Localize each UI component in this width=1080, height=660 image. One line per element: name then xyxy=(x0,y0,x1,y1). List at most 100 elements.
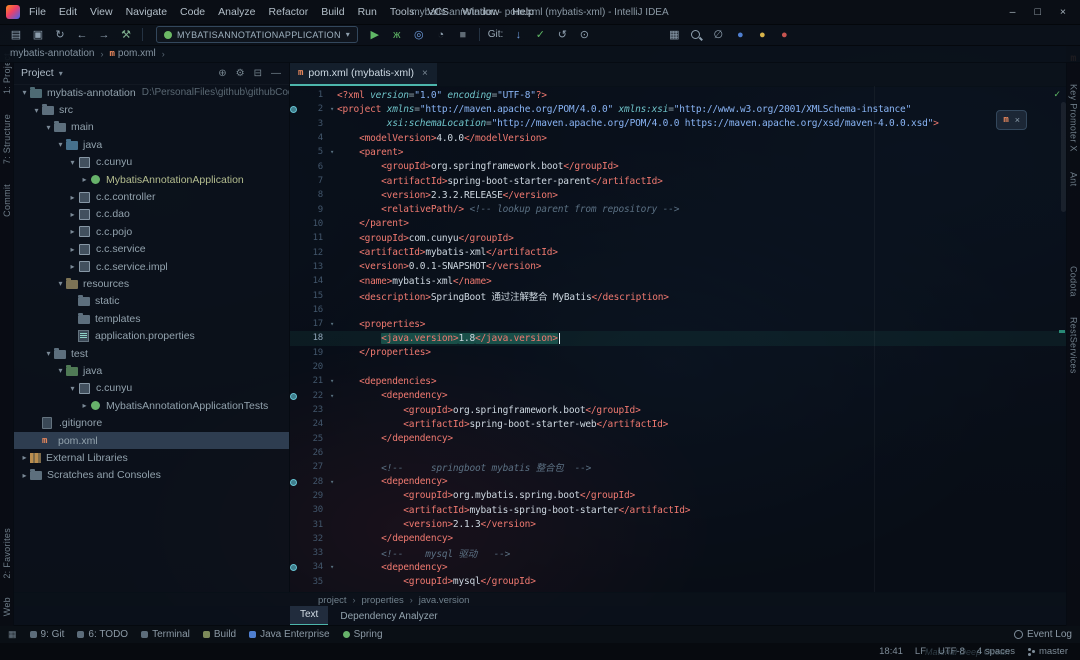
fold-icon[interactable]: ▾ xyxy=(327,563,337,571)
tab-close-icon[interactable]: × xyxy=(422,68,428,79)
tree-item-src[interactable]: ▾src xyxy=(13,101,289,118)
tool-button-favorites[interactable]: 2: Favorites xyxy=(2,528,12,579)
chevron-right-icon[interactable]: ▸ xyxy=(79,175,90,184)
fold-icon[interactable]: ▾ xyxy=(327,105,337,113)
chevron-down-icon[interactable]: ▾ xyxy=(55,279,66,288)
status-time[interactable]: 18:41 xyxy=(879,646,903,657)
project-panel-title[interactable]: Project xyxy=(21,67,54,79)
tree-item-c-c-pojo[interactable]: ▸c.c.pojo xyxy=(13,223,289,240)
fold-icon[interactable]: ▾ xyxy=(327,320,337,328)
tree-item-gitignore[interactable]: .gitignore xyxy=(13,414,289,431)
chevron-down-icon[interactable]: ▾ xyxy=(67,158,78,167)
menu-edit[interactable]: Edit xyxy=(59,6,77,18)
toolwindow-button-build[interactable]: Build xyxy=(203,629,236,640)
status-branch[interactable]: master xyxy=(1027,646,1068,657)
maximize-button[interactable]: □ xyxy=(1035,6,1041,18)
popup-close-icon[interactable]: × xyxy=(1015,115,1020,125)
fold-icon[interactable]: ▾ xyxy=(327,392,337,400)
power-save-icon[interactable]: ∅ xyxy=(708,25,728,45)
chevron-down-icon[interactable]: ▾ xyxy=(59,69,63,78)
run-icon[interactable]: ▶ xyxy=(365,25,385,45)
crumb-properties[interactable]: properties xyxy=(362,595,404,606)
tree-item-c-cunyu[interactable]: ▾c.cunyu xyxy=(13,154,289,171)
tree-item-c-c-service[interactable]: ▸c.c.service xyxy=(13,241,289,258)
git-rollback-icon[interactable]: ↺ xyxy=(552,25,572,45)
tree-item-pom-xml[interactable]: pom.xml xyxy=(13,432,289,449)
tree-item-java[interactable]: ▾java xyxy=(13,136,289,153)
profiler-icon[interactable]: ◔ xyxy=(431,25,451,45)
stop-icon[interactable]: ■ xyxy=(453,25,473,45)
chevron-right-icon[interactable]: ▸ xyxy=(79,401,90,410)
bottom-tab-text[interactable]: Text xyxy=(290,606,328,626)
status-encoding[interactable]: UTF-8 xyxy=(938,646,965,657)
tree-item-mybatisannotationapplicationtests[interactable]: ▸MybatisAnnotationApplicationTests xyxy=(13,397,289,414)
bottom-tab-dependency-analyzer[interactable]: Dependency Analyzer xyxy=(330,608,447,626)
tool-button-commit[interactable]: Commit xyxy=(2,184,12,217)
tree-item-static[interactable]: static xyxy=(13,293,289,310)
status-indent[interactable]: 4 spaces xyxy=(977,646,1015,657)
fold-icon[interactable]: ▾ xyxy=(327,478,337,486)
menu-view[interactable]: View xyxy=(90,6,113,18)
chevron-right-icon[interactable]: ▸ xyxy=(67,227,78,236)
menu-refactor[interactable]: Refactor xyxy=(269,6,309,18)
coverage-icon[interactable]: ◎ xyxy=(409,25,429,45)
run-configuration-select[interactable]: MYBATISANNOTATIONAPPLICATION▾ xyxy=(156,26,358,43)
tool-button-ant[interactable]: Ant xyxy=(1069,172,1079,186)
chevron-down-icon[interactable]: ▾ xyxy=(31,106,42,115)
fold-icon[interactable]: ▾ xyxy=(327,377,337,385)
chevron-down-icon[interactable]: ▾ xyxy=(43,349,54,358)
git-history-icon[interactable]: ⊙ xyxy=(574,25,594,45)
plugin-blue-icon[interactable]: ● xyxy=(730,25,750,45)
plugin-red-icon[interactable]: ● xyxy=(774,25,794,45)
tool-button-web[interactable]: Web xyxy=(2,597,12,616)
breadcrumb-pom-xml[interactable]: mpom.xml xyxy=(110,48,156,59)
menu-run[interactable]: Run xyxy=(358,6,377,18)
tree-item-c-c-controller[interactable]: ▸c.c.controller xyxy=(13,188,289,205)
tab-pom-xml[interactable]: m pom.xml (mybatis-xml) × xyxy=(289,62,437,86)
sync-icon[interactable]: ↻ xyxy=(50,25,70,45)
close-button[interactable]: × xyxy=(1060,6,1066,18)
breadcrumb-mybatis-annotation[interactable]: mybatis-annotation xyxy=(10,48,95,59)
tree-item-java[interactable]: ▾java xyxy=(13,362,289,379)
chevron-right-icon[interactable]: ▸ xyxy=(67,245,78,254)
collapse-all-icon[interactable]: ⊟ xyxy=(254,68,262,79)
tree-item-resources[interactable]: ▾resources xyxy=(13,275,289,292)
toolwindow-button-todo[interactable]: 6: TODO xyxy=(77,629,128,640)
chevron-right-icon[interactable]: ▸ xyxy=(67,193,78,202)
toolwindow-button-git[interactable]: 9: Git xyxy=(30,629,65,640)
toolwindow-button-java-enterprise[interactable]: Java Enterprise xyxy=(249,629,329,640)
tool-button-codota[interactable]: Codota xyxy=(1069,266,1079,297)
toolwindows-grid-icon[interactable]: ▦ xyxy=(664,25,684,45)
plugin-yellow-icon[interactable]: ● xyxy=(752,25,772,45)
tool-button-key-promoter[interactable]: Key Promoter X xyxy=(1069,84,1079,152)
chevron-down-icon[interactable]: ▾ xyxy=(19,88,30,97)
tree-item-templates[interactable]: templates xyxy=(13,310,289,327)
chevron-down-icon[interactable]: ▾ xyxy=(55,366,66,375)
menu-code[interactable]: Code xyxy=(180,6,205,18)
chevron-right-icon[interactable]: ▸ xyxy=(19,471,30,480)
git-update-icon[interactable]: ↓ xyxy=(508,25,528,45)
chevron-down-icon[interactable]: ▾ xyxy=(43,123,54,132)
back-icon[interactable]: ← xyxy=(72,25,92,45)
menu-file[interactable]: File xyxy=(29,6,46,18)
chevron-right-icon[interactable]: ▸ xyxy=(67,210,78,219)
settings-icon[interactable]: ⚙ xyxy=(236,68,245,79)
crumb-java-version[interactable]: java.version xyxy=(419,595,470,606)
hide-icon[interactable]: — xyxy=(271,68,281,79)
editor-code-area[interactable]: 1 <?xml version="1.0" encoding="UTF-8"?>… xyxy=(289,86,1067,592)
tree-item-external-libraries[interactable]: ▸External Libraries xyxy=(13,449,289,466)
tree-item-test[interactable]: ▾test xyxy=(13,345,289,362)
build-project-icon[interactable]: ⚒ xyxy=(116,25,136,45)
tool-button-structure[interactable]: 7: Structure xyxy=(2,114,12,164)
tree-item-c-c-dao[interactable]: ▸c.c.dao xyxy=(13,206,289,223)
git-commit-icon[interactable]: ✓ xyxy=(530,25,550,45)
search-everywhere-icon[interactable] xyxy=(686,27,706,43)
chevron-right-icon[interactable]: ▸ xyxy=(19,453,30,462)
chevron-down-icon[interactable]: ▾ xyxy=(55,140,66,149)
toolwindow-switcher-icon[interactable]: ▦ xyxy=(8,629,17,640)
tool-button-restservices[interactable]: RestServices xyxy=(1069,317,1079,374)
forward-icon[interactable]: → xyxy=(94,25,114,45)
chevron-right-icon[interactable]: ▸ xyxy=(67,262,78,271)
tree-item-scratches-and-consoles[interactable]: ▸Scratches and Consoles xyxy=(13,467,289,484)
maven-reload-popup[interactable]: m × xyxy=(996,110,1027,130)
